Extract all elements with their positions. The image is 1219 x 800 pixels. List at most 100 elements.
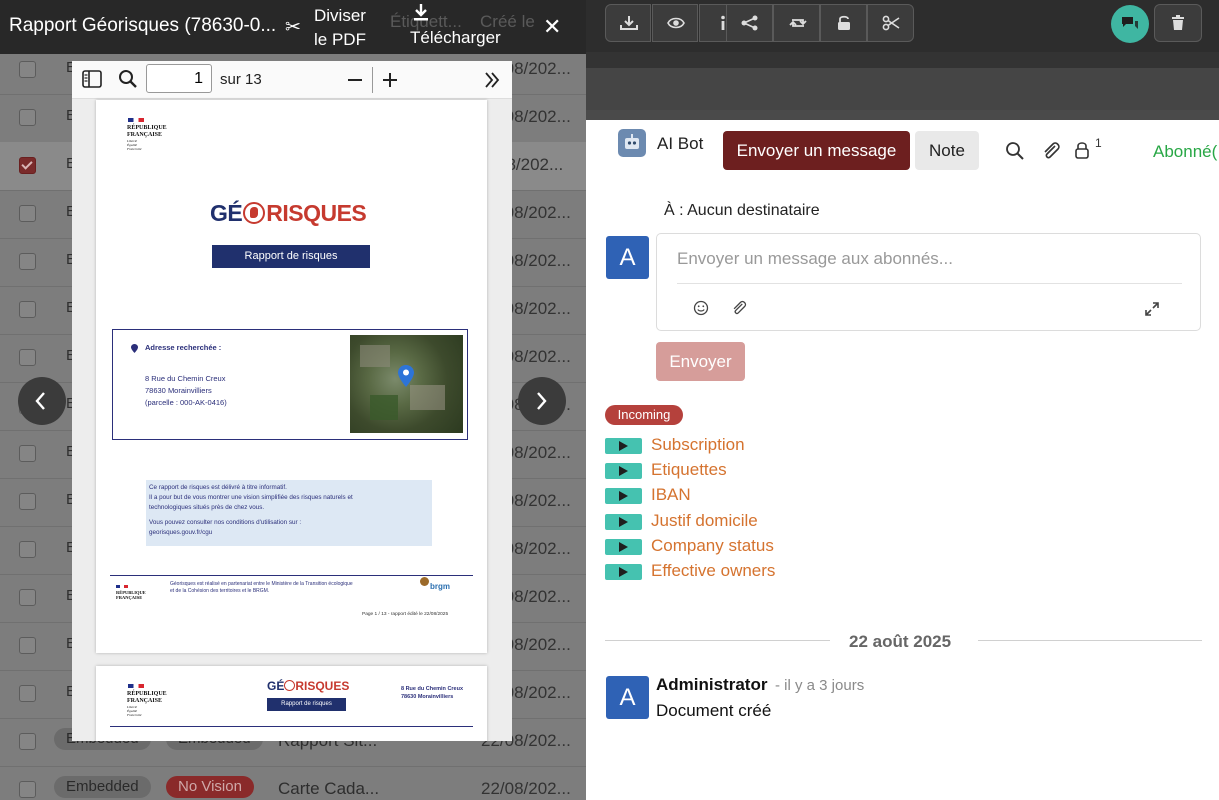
download-tray-icon — [620, 16, 638, 30]
close-icon[interactable]: ✕ — [543, 14, 561, 40]
attach-icon[interactable] — [730, 299, 748, 317]
search-icon[interactable] — [118, 69, 138, 89]
recipients-label: À : Aucun destinataire — [664, 202, 820, 219]
follow-status[interactable]: Abonné( — [1153, 142, 1217, 162]
pdf-toolbar: sur 13 — [72, 61, 512, 99]
row-checkbox[interactable] — [19, 61, 36, 78]
play-arrow-icon[interactable] — [605, 513, 642, 530]
message-composer[interactable]: Envoyer un message aux abonnés... — [656, 233, 1201, 331]
emoji-icon[interactable] — [693, 300, 709, 316]
row-checkbox[interactable] — [19, 781, 36, 798]
bot-avatar — [618, 129, 646, 157]
row-tag: No Vision — [166, 776, 254, 798]
page-number-input[interactable] — [146, 64, 212, 93]
bot-name: AI Bot — [657, 134, 704, 153]
replace-button[interactable] — [773, 4, 820, 42]
message-author: Administrator — [656, 675, 768, 694]
scissors-icon[interactable]: ✂ — [285, 16, 301, 39]
send-button[interactable]: Envoyer — [656, 342, 745, 381]
row-checkbox[interactable] — [19, 205, 36, 222]
page2-banner: Rapport de risques — [267, 698, 346, 711]
lock-user-icon[interactable] — [1074, 141, 1090, 159]
download-icon[interactable] — [413, 3, 429, 21]
row-date: 22/08/202... — [481, 779, 571, 798]
row-checkbox[interactable] — [19, 541, 36, 558]
play-arrow-icon[interactable] — [605, 538, 642, 555]
row-checkbox[interactable] — [19, 733, 36, 750]
zoom-out-icon[interactable] — [346, 71, 364, 89]
row-checkbox[interactable] — [19, 349, 36, 366]
fold-item-label[interactable]: Company status — [651, 536, 774, 556]
expand-icon[interactable] — [1144, 301, 1160, 317]
chat-toggle-button[interactable] — [1111, 5, 1149, 43]
logo-left: GÉ — [210, 200, 243, 226]
share-button[interactable] — [726, 4, 773, 42]
incoming-badge: Incoming — [605, 405, 683, 425]
address-line-2: 78630 Morainvilliers — [145, 386, 212, 395]
composer-input[interactable]: Envoyer un message aux abonnés... — [677, 249, 953, 269]
page2-rf-line2: FRANÇAISE — [127, 698, 163, 704]
fold-item-label[interactable]: Justif domicile — [651, 511, 758, 531]
log-note-button[interactable]: Note — [915, 131, 979, 170]
paperclip-icon[interactable] — [1041, 140, 1061, 162]
row-checkbox[interactable] — [19, 493, 36, 510]
zoom-in-icon[interactable] — [381, 71, 399, 89]
row-checkbox[interactable] — [19, 589, 36, 606]
toolbar-divider — [372, 67, 373, 93]
page2-logo-right: RISQUES — [295, 679, 350, 693]
pdf-viewer[interactable]: sur 13 RÉPUBLIQUE FRANÇAISE Liberté Égal… — [72, 61, 512, 741]
row-checkbox[interactable] — [19, 685, 36, 702]
row-checkbox[interactable] — [19, 157, 36, 174]
download-button[interactable]: Télécharger — [410, 28, 501, 48]
sidebar-toggle-icon[interactable] — [82, 70, 102, 88]
play-arrow-icon[interactable] — [605, 488, 642, 505]
rf-line1: RÉPUBLIQUE — [127, 125, 167, 131]
search-icon-chatter[interactable] — [1005, 141, 1025, 161]
row-checkbox[interactable] — [19, 253, 36, 270]
send-message-button[interactable]: Envoyer un message — [723, 131, 910, 170]
row-checkbox[interactable] — [19, 637, 36, 654]
row-checkbox[interactable] — [19, 445, 36, 462]
info-line-5: georisques.gouv.fr/cgu — [149, 529, 213, 536]
fold-item-label[interactable]: Subscription — [651, 435, 745, 455]
play-arrow-icon[interactable] — [605, 463, 642, 480]
list-row[interactable]: Embedded No Vision Carte Cada... 22/08/202.… — [0, 766, 586, 800]
georisques-logo: GÉ RISQUES — [210, 200, 367, 227]
more-tools-icon[interactable] — [483, 71, 501, 89]
retweet-icon — [789, 19, 807, 27]
row-checkbox[interactable] — [19, 301, 36, 318]
play-arrow-icon[interactable] — [605, 564, 642, 580]
pdf-page-2: RÉPUBLIQUE FRANÇAISE Liberté Égalité Fra… — [96, 666, 487, 741]
previous-document-button[interactable] — [18, 377, 66, 425]
republique-flag-icon — [128, 118, 144, 122]
split-pdf-button[interactable]: Diviser le PDF — [314, 4, 374, 52]
france-map-icon — [243, 202, 266, 224]
preview-button[interactable] — [652, 4, 698, 42]
fold-item-label[interactable]: IBAN — [651, 485, 691, 505]
chevron-left-icon — [35, 392, 45, 410]
delete-button[interactable] — [1154, 4, 1202, 42]
play-arrow-icon[interactable] — [605, 438, 642, 454]
footer-rule — [110, 575, 473, 576]
page2-logo: GÉ RISQUES — [267, 679, 349, 693]
page2-logo-left: GÉ — [267, 679, 285, 693]
info-line-4: Vous pouvez consulter nos conditions d'u… — [149, 519, 302, 526]
lock-button[interactable] — [820, 4, 867, 42]
row-checkbox[interactable] — [19, 109, 36, 126]
chatter-dimmed-area — [586, 68, 1219, 110]
followers-count[interactable]: 1 — [1095, 136, 1102, 150]
fold-item-label[interactable]: Etiquettes — [651, 460, 727, 480]
page2-address-line-2: 78630 Morainvilliers — [401, 694, 454, 700]
rf-line2: FRANÇAISE — [127, 132, 163, 138]
report-banner: Rapport de risques — [212, 245, 370, 268]
republique-logo: RÉPUBLIQUE FRANÇAISE Liberté Égalité Fra… — [127, 125, 167, 151]
info-line-2: Il a pour but de vous montrer une vision… — [149, 494, 353, 501]
address-box: Adresse recherchée : 8 Rue du Chemin Cre… — [112, 329, 468, 440]
download-button-2[interactable] — [605, 4, 651, 42]
brgm-logo-icon — [420, 577, 429, 586]
chevron-right-icon — [537, 392, 547, 410]
fold-item-label[interactable]: Effective owners — [651, 561, 775, 581]
next-document-button[interactable] — [518, 377, 566, 425]
split-button-2[interactable] — [867, 4, 914, 42]
footer-line-1: Géorisques est réalisé en partenariat en… — [170, 581, 353, 587]
